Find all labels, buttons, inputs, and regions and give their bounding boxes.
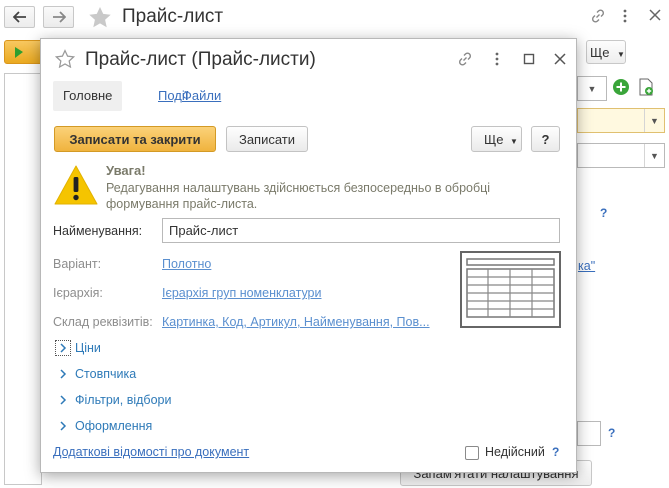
arrow-right-icon <box>52 11 66 23</box>
inactive-help-icon[interactable]: ? <box>552 445 559 459</box>
favorite-star-icon[interactable] <box>88 6 112 28</box>
background-help-icon-2[interactable]: ? <box>608 426 615 440</box>
warning-title: Увага! <box>106 163 146 178</box>
section-filters[interactable]: Фільтри, відбори <box>55 392 171 408</box>
play-icon <box>15 47 23 58</box>
close-icon[interactable] <box>553 52 567 66</box>
background-window-title: Прайс-лист <box>122 6 224 27</box>
close-icon[interactable] <box>648 8 662 22</box>
add-icon[interactable] <box>612 78 630 96</box>
more-vertical-icon[interactable] <box>622 8 628 24</box>
help-button[interactable]: ? <box>531 126 560 152</box>
dropdown-caret-icon: ▼ <box>587 84 597 94</box>
background-field-2[interactable]: ▼ <box>577 143 665 168</box>
warning-text: Редагування налаштувань здійснюється без… <box>106 181 491 211</box>
table-layout-icon <box>460 251 561 328</box>
section-design[interactable]: Оформлення <box>55 418 152 434</box>
name-label: Найменування: <box>53 224 143 238</box>
link-icon[interactable] <box>457 51 473 67</box>
maximize-icon[interactable] <box>523 53 535 65</box>
back-button[interactable] <box>4 6 35 28</box>
arrow-left-icon <box>12 11 26 23</box>
background-more-button[interactable]: Ще ▼ <box>586 40 626 64</box>
hierarchy-label: Ієрархія: <box>53 286 103 300</box>
add-document-icon[interactable] <box>638 78 654 96</box>
save-button[interactable]: Записати <box>226 126 308 152</box>
link-icon[interactable] <box>590 8 606 24</box>
chevron-right-icon <box>55 392 71 408</box>
favorite-star-outline-icon[interactable] <box>55 49 75 68</box>
dropdown-caret-icon: ▼ <box>617 50 625 59</box>
background-list-panel <box>4 73 42 485</box>
name-input[interactable]: Прайс-лист <box>162 218 560 243</box>
variant-link[interactable]: Полотно <box>162 257 211 271</box>
more-vertical-icon[interactable] <box>494 51 500 67</box>
price-list-dialog: Прайс-лист (Прайс-листи) Головне Події Ф… <box>40 38 577 473</box>
tab-files[interactable]: Файли <box>172 81 231 111</box>
save-and-close-button[interactable]: Записати та закрити <box>54 126 216 152</box>
requisites-link[interactable]: Картинка, Код, Артикул, Найменування, По… <box>162 315 444 329</box>
background-small-input[interactable] <box>577 421 601 446</box>
inactive-checkbox[interactable] <box>465 446 479 460</box>
chevron-right-icon <box>55 340 71 356</box>
background-help-icon[interactable]: ? <box>600 206 607 220</box>
variant-label: Варіант: <box>53 257 102 271</box>
background-select[interactable]: ▼ <box>577 76 607 101</box>
dropdown-caret-icon: ▼ <box>644 144 664 167</box>
tab-main[interactable]: Головне <box>53 81 123 111</box>
dropdown-caret-icon: ▼ <box>644 109 664 132</box>
warning-icon <box>53 164 99 206</box>
hierarchy-link[interactable]: Ієрархія груп номенклатури <box>162 286 322 300</box>
chevron-right-icon <box>55 418 71 434</box>
forward-button[interactable] <box>43 6 74 28</box>
chevron-right-icon <box>55 366 71 382</box>
section-prices[interactable]: Ціни <box>55 340 101 356</box>
additional-info-link[interactable]: Додаткові відомості про документ <box>53 445 249 459</box>
dialog-title: Прайс-лист (Прайс-листи) <box>85 49 316 70</box>
background-field-1[interactable]: ▼ <box>577 108 665 133</box>
more-button[interactable]: Ще ▼ <box>471 126 522 152</box>
dropdown-caret-icon: ▼ <box>510 137 518 146</box>
requisites-label: Склад реквізитів: <box>53 315 153 329</box>
section-columns[interactable]: Стовпчика <box>55 366 136 382</box>
inactive-label: Недійсний <box>485 445 545 459</box>
background-run-button[interactable] <box>4 40 44 64</box>
background-link[interactable]: ка" <box>578 259 595 273</box>
